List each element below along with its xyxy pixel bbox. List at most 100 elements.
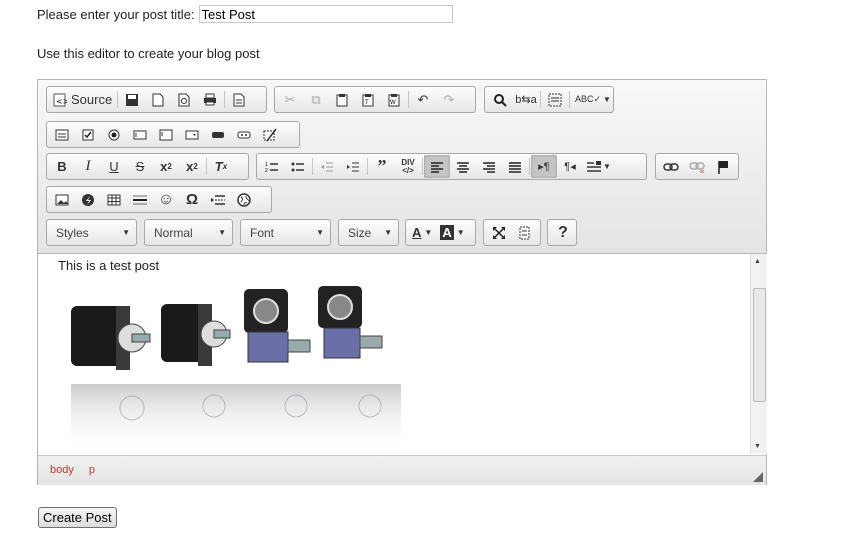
create-post-button[interactable]: Create Post (38, 507, 117, 528)
maximize-icon[interactable] (486, 221, 512, 244)
button-icon[interactable] (205, 123, 231, 146)
source-label: Source (71, 92, 113, 107)
radio-icon[interactable] (101, 123, 127, 146)
redo-icon[interactable]: ↷ (436, 88, 462, 111)
resize-handle-icon[interactable] (753, 472, 763, 482)
checkbox-icon[interactable] (75, 123, 101, 146)
forms-group (46, 121, 300, 148)
svg-text:W: W (390, 100, 396, 106)
clipboard-group: ✂ ⧉ T W ↶ ↷ (274, 86, 476, 113)
hidden-field-icon[interactable] (257, 123, 283, 146)
size-dropdown-label: Size (348, 225, 372, 240)
select-all-icon[interactable] (542, 88, 568, 111)
basicstyles-group: B I U S x2 x2 Tx (46, 153, 249, 180)
language-icon[interactable]: ▼ (583, 155, 615, 178)
cut-icon[interactable]: ✂ (277, 88, 303, 111)
undo-icon[interactable]: ↶ (410, 88, 436, 111)
textarea-icon[interactable] (153, 123, 179, 146)
tools-group (483, 219, 541, 246)
font-dropdown[interactable]: Font ▼ (240, 219, 331, 246)
page-break-icon[interactable] (205, 188, 231, 211)
elements-path: body p (50, 464, 107, 476)
link-icon[interactable] (658, 155, 684, 178)
iframe-globe-icon[interactable] (231, 188, 257, 211)
paste-icon[interactable] (329, 88, 355, 111)
select-icon[interactable] (179, 123, 205, 146)
textfield-icon[interactable] (127, 123, 153, 146)
italic-icon[interactable]: I (75, 155, 101, 178)
scroll-up-icon[interactable]: ▲ (754, 258, 761, 265)
about-group: ? (547, 219, 577, 246)
content-scrollbar[interactable]: ▲ ▼ (750, 254, 767, 454)
rtl-icon[interactable]: ¶◂ (557, 155, 583, 178)
find-icon[interactable] (487, 88, 513, 111)
scroll-down-icon[interactable]: ▼ (754, 443, 761, 450)
svg-text:T: T (365, 100, 369, 106)
align-left-icon[interactable] (424, 155, 450, 178)
align-center-icon[interactable] (450, 155, 476, 178)
div-icon[interactable]: DIV </> (395, 155, 421, 178)
unlink-icon[interactable] (684, 155, 710, 178)
content-text: This is a test post (58, 258, 160, 273)
editor-toolbar: <> Source ✂ ⧉ T W ↶ ↷ b⇆a ABC✓ ▼ B I U S… (38, 80, 766, 254)
paste-word-icon[interactable]: W (381, 88, 407, 111)
outdent-icon[interactable] (314, 155, 340, 178)
preview-icon[interactable] (171, 88, 197, 111)
colors-group: A ▼ A ▼ (405, 219, 476, 246)
show-blocks-icon[interactable] (512, 221, 538, 244)
underline-icon[interactable]: U (101, 155, 127, 178)
strike-icon[interactable]: S (127, 155, 153, 178)
post-title-label: Please enter your post title: (37, 6, 195, 22)
rich-text-editor: <> Source ✂ ⧉ T W ↶ ↷ b⇆a ABC✓ ▼ B I U S… (37, 79, 767, 485)
bg-color-icon[interactable]: A ▼ (436, 221, 468, 244)
path-body[interactable]: body (50, 464, 74, 476)
paste-text-icon[interactable]: T (355, 88, 381, 111)
flash-icon[interactable] (75, 188, 101, 211)
editor-status-bar: body p (38, 455, 766, 485)
templates-icon[interactable] (226, 88, 252, 111)
image-icon[interactable] (49, 188, 75, 211)
justify-icon[interactable] (502, 155, 528, 178)
svg-text:2: 2 (265, 168, 268, 173)
scroll-thumb[interactable] (753, 288, 766, 402)
editing-group: b⇆a ABC✓ ▼ (484, 86, 614, 113)
help-button[interactable]: ? (550, 221, 576, 244)
links-group (655, 153, 739, 180)
post-title-input[interactable] (198, 5, 453, 23)
bold-icon[interactable]: B (49, 155, 75, 178)
superscript-icon[interactable]: x2 (179, 155, 205, 178)
styles-dropdown-label: Styles (56, 225, 89, 240)
styles-dropdown[interactable]: Styles ▼ (46, 219, 137, 246)
paragraph-group: 12 ” DIV </> ▸¶ ¶◂ ▼ (256, 153, 647, 180)
numbered-list-icon[interactable]: 12 (259, 155, 285, 178)
copy-icon[interactable]: ⧉ (303, 88, 329, 111)
source-button[interactable]: <> Source (49, 88, 116, 111)
chevron-down-icon: ▼ (122, 228, 130, 237)
text-color-icon[interactable]: A ▼ (408, 221, 436, 244)
image-button-icon[interactable] (231, 123, 257, 146)
font-dropdown-label: Font (250, 225, 275, 240)
editor-content[interactable]: This is a test post (38, 254, 749, 454)
horizontal-rule-icon[interactable] (127, 188, 153, 211)
table-icon[interactable] (101, 188, 127, 211)
new-page-icon[interactable] (145, 88, 171, 111)
form-icon[interactable] (49, 123, 75, 146)
size-dropdown[interactable]: Size ▼ (338, 219, 399, 246)
editor-hint: Use this editor to create your blog post (37, 46, 260, 61)
align-right-icon[interactable] (476, 155, 502, 178)
print-icon[interactable] (197, 88, 223, 111)
anchor-flag-icon[interactable] (710, 155, 736, 178)
indent-icon[interactable] (340, 155, 366, 178)
spellcheck-icon[interactable]: ABC✓ ▼ (571, 88, 615, 111)
replace-icon[interactable]: b⇆a (513, 88, 539, 111)
smiley-icon[interactable]: ☺ (153, 188, 179, 211)
ltr-icon[interactable]: ▸¶ (531, 155, 557, 178)
blockquote-icon[interactable]: ” (369, 155, 395, 178)
path-p[interactable]: p (89, 464, 95, 476)
format-dropdown[interactable]: Normal ▼ (144, 219, 233, 246)
remove-format-icon[interactable]: Tx (208, 155, 234, 178)
special-char-icon[interactable]: Ω (179, 188, 205, 211)
save-icon[interactable] (119, 88, 145, 111)
subscript-icon[interactable]: x2 (153, 155, 179, 178)
bulleted-list-icon[interactable] (285, 155, 311, 178)
